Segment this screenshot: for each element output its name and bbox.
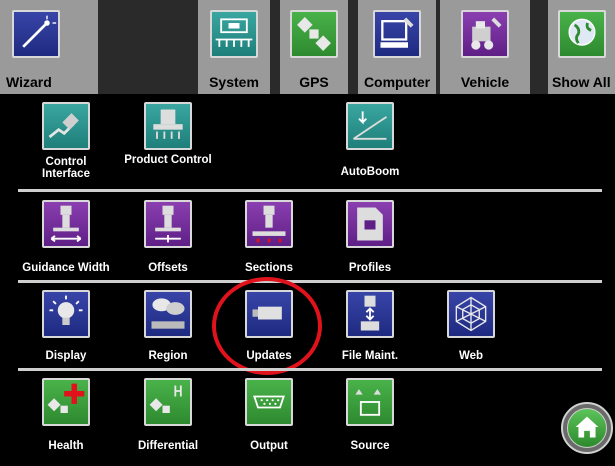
tab-system[interactable]: System (198, 0, 270, 94)
category-tab-bar: Wizard System GPS Computer Vehicle Show … (0, 0, 615, 94)
source-label: Source (350, 440, 390, 452)
tab-show-all[interactable]: Show All (548, 0, 615, 94)
tab-computer-label: Computer (363, 74, 431, 90)
source-icon (346, 378, 394, 426)
control-interface-button[interactable]: Control Interface (16, 102, 116, 180)
highlight-circle (212, 277, 322, 375)
product-control-icon (144, 102, 192, 150)
section-divider (18, 189, 602, 192)
web-button[interactable]: Web (421, 290, 521, 368)
differential-button[interactable]: Differential (118, 378, 218, 456)
differential-satellite-icon (144, 378, 192, 426)
tab-gps-label: GPS (299, 74, 329, 90)
file-transfer-icon (346, 290, 394, 338)
magic-wand-icon (12, 10, 60, 58)
profiles-button[interactable]: Profiles (320, 200, 420, 278)
home-button[interactable] (561, 402, 613, 454)
product-control-button[interactable]: Product Control (118, 102, 218, 180)
profiles-icon (346, 200, 394, 248)
health-satellite-icon (42, 378, 90, 426)
product-control-label: Product Control (124, 154, 212, 166)
tab-wizard[interactable]: Wizard (0, 0, 98, 94)
offsets-icon (144, 200, 192, 248)
tab-gps[interactable]: GPS (280, 0, 348, 94)
guidance-width-icon (42, 200, 90, 248)
lightbulb-icon (42, 290, 90, 338)
tab-show-all-label: Show All (552, 74, 611, 90)
source-button[interactable]: Source (320, 378, 420, 456)
system-icon (210, 10, 258, 58)
tab-vehicle[interactable]: Vehicle (440, 0, 530, 94)
serial-port-icon (245, 378, 293, 426)
vehicle-icon (461, 10, 509, 58)
control-interface-icon (42, 102, 90, 150)
profiles-label: Profiles (348, 262, 392, 274)
autoboom-icon (346, 102, 394, 150)
satellite-icon (290, 10, 338, 58)
section-divider (18, 368, 602, 371)
globe-icon (558, 10, 606, 58)
display-button[interactable]: Display (16, 290, 116, 368)
web-label: Web (458, 350, 484, 362)
computer-icon (373, 10, 421, 58)
sections-icon (245, 200, 293, 248)
region-icon (144, 290, 192, 338)
file-maint-button[interactable]: File Maint. (320, 290, 420, 368)
offsets-button[interactable]: Offsets (118, 200, 218, 278)
tab-system-label: System (209, 74, 259, 90)
output-button[interactable]: Output (219, 378, 319, 456)
section-divider (18, 280, 602, 283)
tab-wizard-label: Wizard (6, 74, 52, 90)
health-button[interactable]: Health (16, 378, 116, 456)
tab-computer[interactable]: Computer (358, 0, 436, 94)
home-icon (567, 408, 607, 448)
autoboom-button[interactable]: AutoBoom (320, 102, 420, 180)
region-button[interactable]: Region (118, 290, 218, 368)
spider-web-icon (447, 290, 495, 338)
sections-button[interactable]: Sections (219, 200, 319, 278)
autoboom-label: AutoBoom (340, 166, 400, 178)
tab-vehicle-label: Vehicle (460, 74, 510, 90)
settings-screen: Wizard System GPS Computer Vehicle Show … (0, 0, 615, 466)
guidance-width-button[interactable]: Guidance Width (16, 200, 116, 278)
